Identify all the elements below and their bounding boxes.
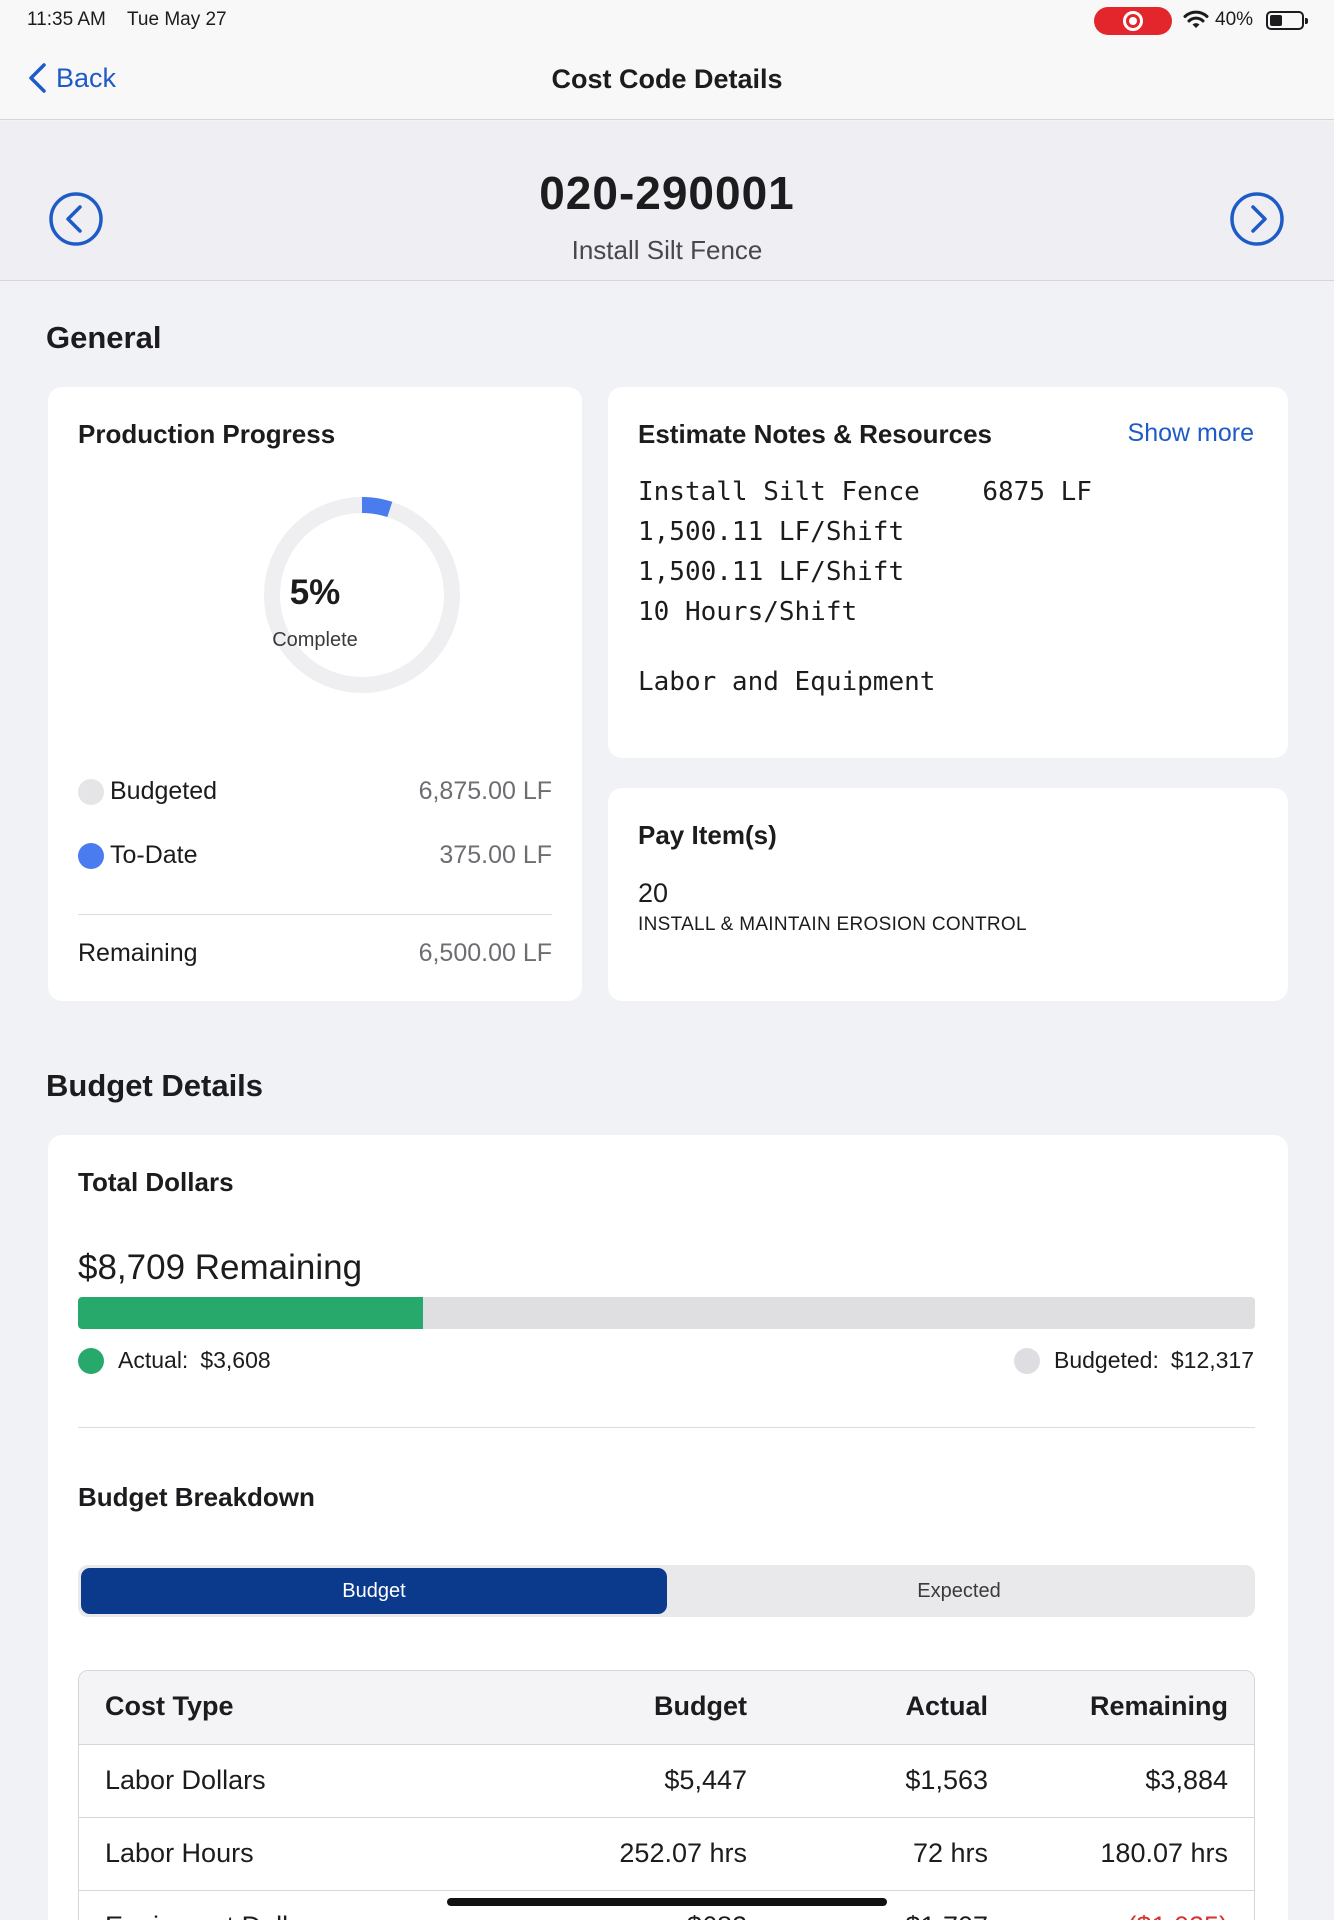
- budget-breakdown-table: Cost Type Budget Actual Remaining Labor …: [78, 1670, 1255, 1920]
- budgeted-row: Budgeted 6,875.00 LF: [78, 775, 552, 807]
- production-progress-title: Production Progress: [78, 419, 336, 449]
- actual-label: Actual:: [118, 1347, 189, 1373]
- divider: [78, 1427, 1255, 1428]
- production-percent: 5%: [289, 573, 341, 612]
- status-time: 11:35 AM: [27, 9, 106, 30]
- budgeted-dot: [78, 779, 104, 805]
- remaining-cell: ($1,025): [1127, 1911, 1228, 1920]
- budget-cell: $5,447: [664, 1765, 747, 1795]
- budget-progress-fill: [78, 1297, 423, 1329]
- remaining-row: Remaining 6,500.00 LF: [78, 937, 552, 969]
- general-section-title: General: [46, 320, 162, 355]
- battery-percent: 40%: [1215, 9, 1254, 30]
- divider: [78, 914, 552, 915]
- to-date-label: To-Date: [110, 841, 198, 869]
- column-header: Budget: [654, 1691, 747, 1721]
- budgeted-legend: Budgeted: $12,317: [1013, 1347, 1254, 1374]
- remaining-dollars: $8,709 Remaining: [78, 1248, 363, 1287]
- cost-type-cell: Equipment Dollars: [105, 1911, 326, 1920]
- estimate-note-line: Labor and Equipment: [638, 667, 936, 697]
- breakdown-segmented-control: Budget Expected: [78, 1565, 1255, 1617]
- to-date-dot: [78, 843, 104, 869]
- home-indicator: [447, 1898, 887, 1906]
- budget-cell: $682: [687, 1911, 747, 1920]
- actual-value: $3,608: [200, 1347, 271, 1373]
- column-header: Remaining: [1089, 1691, 1228, 1721]
- budgeted-value: 6,875.00 LF: [418, 777, 552, 805]
- budgeted-label: Budgeted: [110, 777, 218, 805]
- budgeted-legend-dot: [1013, 1347, 1040, 1374]
- show-more-link[interactable]: Show more: [1128, 419, 1254, 448]
- status-bar: 11:35 AM Tue May 27 40%: [0, 0, 1334, 40]
- estimate-notes-title: Estimate Notes & Resources: [638, 419, 993, 449]
- budget-progress-bar: [78, 1297, 1255, 1329]
- estimate-note-line: Install Silt Fence 6875 LF: [638, 477, 1092, 507]
- production-complete-label: Complete: [272, 629, 358, 651]
- remaining-label: Remaining: [78, 939, 198, 967]
- actual-legend: Actual: $3,608: [78, 1347, 271, 1374]
- status-date: Tue May 27: [127, 9, 227, 30]
- budget-details-section-title: Budget Details: [46, 1068, 264, 1103]
- to-date-row: To-Date 375.00 LF: [78, 839, 552, 871]
- table-row: Labor Dollars $5,447 $1,563 $3,884: [79, 1744, 1254, 1817]
- cost-code-header: 020-290001 Install Silt Fence: [0, 121, 1334, 281]
- navigation-bar: Back Cost Code Details: [0, 40, 1334, 120]
- remaining-cell: 180.07 hrs: [1100, 1838, 1228, 1868]
- budgeted-legend-label: Budgeted:: [1053, 1347, 1159, 1373]
- table-row: Labor Hours 252.07 hrs 72 hrs 180.07 hrs: [79, 1817, 1254, 1890]
- actual-cell: 72 hrs: [912, 1838, 988, 1868]
- page-title: Cost Code Details: [551, 64, 783, 94]
- actual-cell: $1,707: [905, 1911, 988, 1920]
- column-header: Actual: [905, 1691, 988, 1721]
- cost-code-number: 020-290001: [539, 167, 795, 219]
- cost-type-cell: Labor Dollars: [105, 1765, 266, 1795]
- pay-item-number: 20: [638, 878, 669, 908]
- to-date-value: 375.00 LF: [439, 841, 552, 869]
- pay-item-description: INSTALL & MAINTAIN EROSION CONTROL: [638, 914, 1027, 935]
- total-dollars-card: Total Dollars $8,709 Remaining Actual: $…: [48, 1135, 1288, 1920]
- budget-cell: 252.07 hrs: [619, 1838, 747, 1868]
- cost-type-cell: Labor Hours: [105, 1838, 254, 1868]
- estimate-note-line: 10 Hours/Shift: [638, 597, 858, 627]
- estimate-notes-card: Estimate Notes & Resources Show more Ins…: [608, 387, 1288, 758]
- screen-recording-icon[interactable]: [1094, 7, 1172, 35]
- battery-icon: [1266, 11, 1308, 30]
- estimate-note-line: 1,500.11 LF/Shift: [638, 557, 905, 587]
- cost-code-description: Install Silt Fence: [571, 235, 763, 265]
- next-cost-code-button[interactable]: [1229, 191, 1285, 247]
- tab-expected[interactable]: Expected: [666, 1568, 1252, 1614]
- column-header: Cost Type: [105, 1691, 234, 1721]
- table-header-row: Cost Type Budget Actual Remaining: [79, 1671, 1254, 1744]
- actual-dot: [78, 1347, 104, 1374]
- pay-items-title: Pay Item(s): [638, 820, 777, 850]
- estimate-note-line: 1,500.11 LF/Shift: [638, 517, 905, 547]
- budget-breakdown-title: Budget Breakdown: [78, 1482, 315, 1512]
- tab-budget[interactable]: Budget: [81, 1568, 667, 1614]
- wifi-icon: [1183, 10, 1209, 28]
- production-progress-card: Production Progress 5% Complete Budgeted…: [48, 387, 582, 1001]
- total-dollars-title: Total Dollars: [78, 1167, 234, 1197]
- budgeted-legend-value: $12,317: [1170, 1347, 1254, 1373]
- remaining-value: 6,500.00 LF: [418, 939, 552, 967]
- actual-cell: $1,563: [905, 1765, 988, 1795]
- pay-items-card: Pay Item(s) 20 INSTALL & MAINTAIN EROSIO…: [608, 788, 1288, 1001]
- remaining-cell: $3,884: [1145, 1765, 1228, 1795]
